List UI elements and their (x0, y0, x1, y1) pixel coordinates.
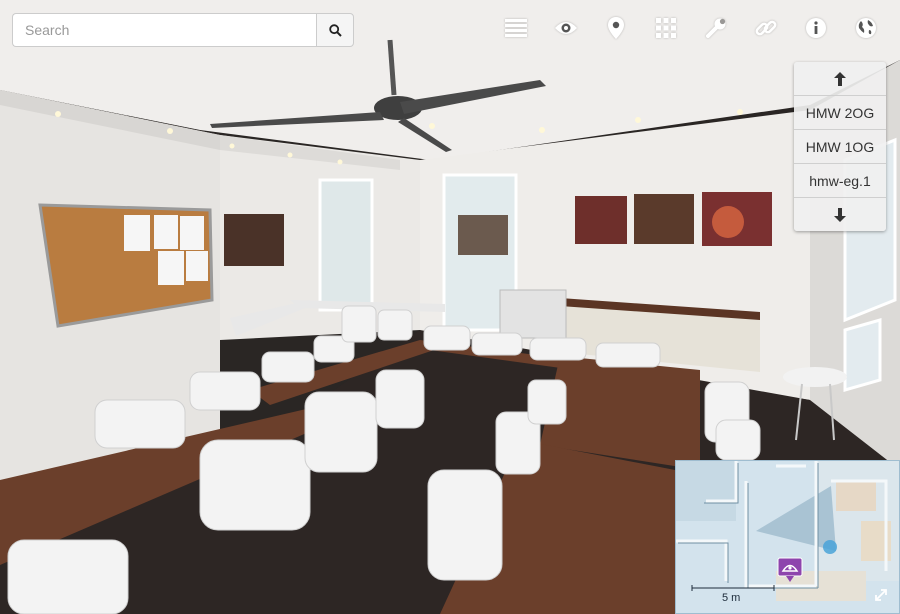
floor-plan (676, 461, 899, 613)
globe-icon (856, 18, 876, 38)
arrow-down-icon (834, 207, 846, 222)
search-bar (12, 13, 354, 47)
apps-button[interactable] (648, 12, 684, 44)
expand-icon[interactable] (873, 587, 889, 603)
view-button[interactable] (548, 12, 584, 44)
grid-icon (656, 18, 676, 38)
info-button[interactable] (798, 12, 834, 44)
floor-down-button[interactable] (794, 197, 886, 231)
tools-button[interactable] (698, 12, 734, 44)
search-button[interactable] (316, 13, 354, 47)
floor-item-hmw-2og[interactable]: HMW 2OG (794, 95, 886, 129)
wrench-icon (706, 18, 726, 38)
floor-item-hmw-eg-1[interactable]: hmw-eg.1 (794, 163, 886, 197)
search-input[interactable] (12, 13, 316, 47)
toolbar (484, 12, 884, 44)
search-icon (328, 23, 342, 37)
list-icon (505, 19, 527, 37)
minimap[interactable]: 5 m (675, 460, 900, 614)
link-icon (755, 20, 777, 36)
position-marker-icon[interactable] (777, 557, 803, 583)
floor-item-hmw-1og[interactable]: HMW 1OG (794, 129, 886, 163)
layers-button[interactable] (498, 12, 534, 44)
arrow-up-icon (834, 71, 846, 86)
info-icon (806, 18, 826, 38)
floor-selector: HMW 2OG HMW 1OG hmw-eg.1 (794, 62, 886, 231)
eye-icon (555, 22, 577, 34)
map-pin-icon (608, 17, 624, 39)
scale-label: 5 m (722, 592, 741, 604)
share-link-button[interactable] (748, 12, 784, 44)
globe-button[interactable] (848, 12, 884, 44)
floor-up-button[interactable] (794, 62, 886, 95)
location-button[interactable] (598, 12, 634, 44)
